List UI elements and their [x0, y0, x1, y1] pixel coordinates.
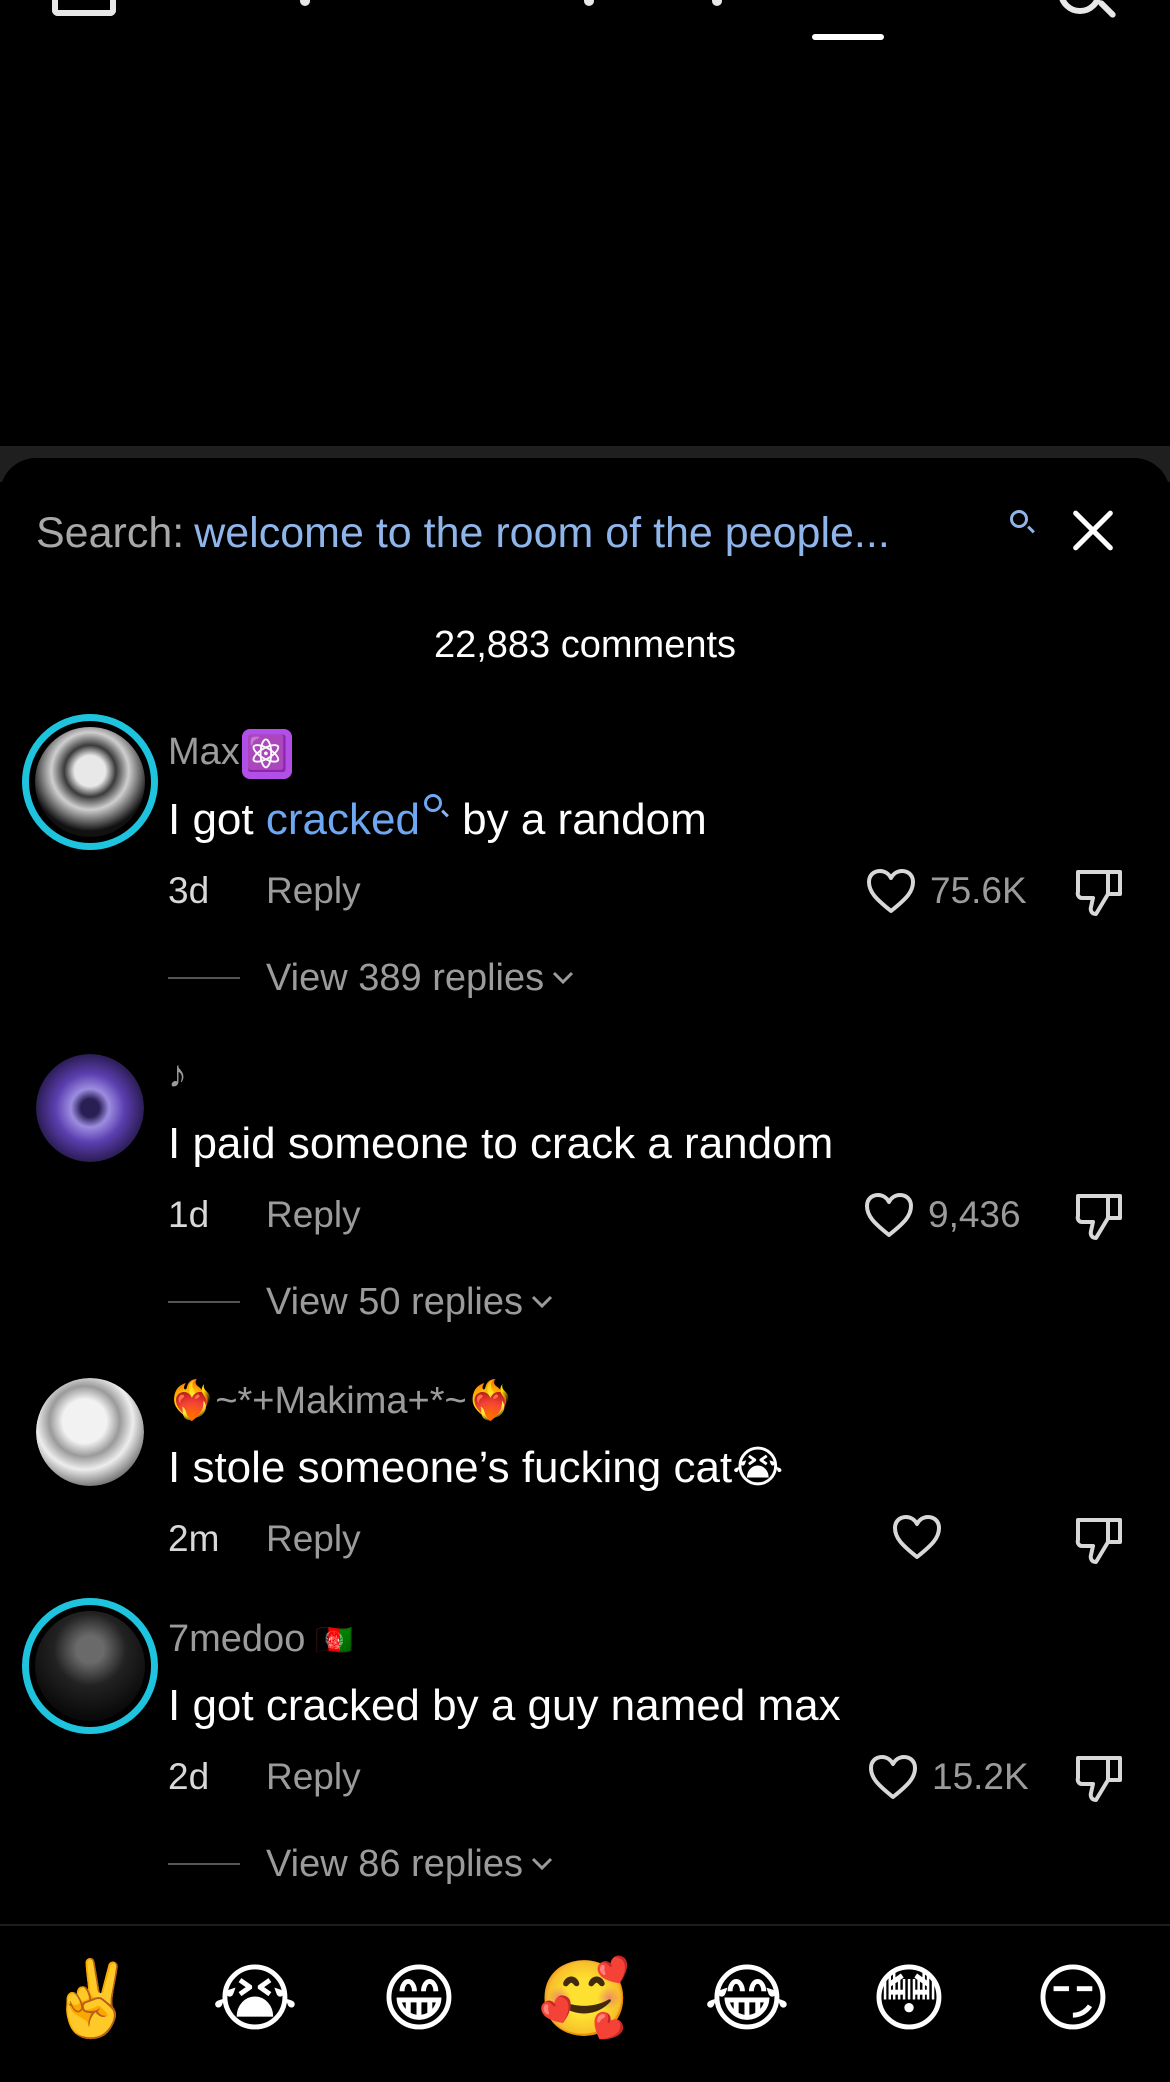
search-icon[interactable]: [1058, 0, 1102, 14]
search-bar[interactable]: Search: welcome to the room of the people…: [36, 498, 1136, 568]
reply-button[interactable]: Reply: [266, 1194, 361, 1235]
comment-meta: 2d Reply: [168, 1752, 361, 1802]
nav-tab-stub[interactable]: [712, 0, 722, 6]
badge-icon: ⚛️: [241, 728, 293, 779]
search-icon[interactable]: [1010, 510, 1028, 528]
dislike-icon[interactable]: [1072, 864, 1126, 918]
like-button[interactable]: 9,436: [864, 1190, 1021, 1240]
like-button[interactable]: [892, 1514, 956, 1560]
emoji-grin[interactable]: 😁: [374, 1954, 464, 2044]
comment-age: 2m: [168, 1518, 220, 1559]
comment-username[interactable]: ♪: [168, 1050, 187, 1100]
view-replies-button[interactable]: View 389 replies: [168, 952, 574, 1004]
avatar[interactable]: [22, 714, 158, 850]
emoji-bar: ✌️ 😭 😁 🥰 😂 😳 😏: [0, 1924, 1170, 2082]
emoji-flushed[interactable]: 😳: [864, 1954, 954, 2044]
comment-text: I got cracked by a random: [168, 794, 707, 844]
comment-age: 2d: [168, 1756, 210, 1797]
comments-sheet: [0, 458, 1170, 2080]
heart-icon: [867, 869, 915, 913]
search-icon-handle: [1097, 0, 1117, 19]
dislike-icon[interactable]: [1072, 1512, 1126, 1566]
comment-username[interactable]: 7medoo 🇦🇫: [168, 1614, 353, 1666]
search-label: Search:: [36, 509, 185, 557]
comment-age: 1d: [168, 1194, 210, 1235]
view-replies-button[interactable]: View 50 replies: [168, 1276, 553, 1328]
reply-button[interactable]: Reply: [266, 1756, 361, 1797]
emoji-smirk[interactable]: 😏: [1028, 1954, 1118, 2044]
chevron-down-icon: [531, 1295, 553, 1309]
avatar[interactable]: [36, 1054, 144, 1162]
nav-tab-stub[interactable]: [300, 0, 310, 6]
avatar[interactable]: [22, 1598, 158, 1734]
flag-icon: 🇦🇫: [315, 1623, 354, 1657]
chevron-down-icon: [531, 1857, 553, 1871]
like-count: 75.6K: [930, 870, 1027, 911]
emoji-hearts-face[interactable]: 🥰: [538, 1954, 630, 2044]
search-icon: [423, 794, 442, 812]
nav-tab-stub[interactable]: [584, 0, 594, 6]
reply-button[interactable]: Reply: [266, 870, 361, 911]
like-count: 15.2K: [932, 1756, 1029, 1797]
emoji-victory[interactable]: ✌️: [46, 1954, 138, 2044]
live-icon[interactable]: [52, 0, 116, 16]
search-keyword-link[interactable]: cracked: [266, 795, 420, 844]
heart-icon: [893, 1515, 941, 1559]
comment-text: I paid someone to crack a random: [168, 1119, 834, 1168]
heart-icon: [869, 1755, 917, 1799]
heart-icon: [865, 1193, 913, 1237]
divider: [168, 977, 240, 979]
divider: [168, 1863, 240, 1865]
comment-username[interactable]: ❤️‍🔥~*+Makima+*~❤️‍🔥: [168, 1376, 514, 1426]
dislike-icon[interactable]: [1072, 1750, 1126, 1804]
like-button[interactable]: 75.6K: [866, 866, 1027, 916]
close-icon[interactable]: [1068, 506, 1118, 556]
comment-text: I stole someone’s fucking cat😭: [168, 1443, 784, 1492]
emoji-laughing[interactable]: 😂: [702, 1954, 792, 2044]
like-button[interactable]: 15.2K: [868, 1752, 1029, 1802]
comment-meta: 1d Reply: [168, 1190, 361, 1240]
comment-meta: 3d Reply: [168, 866, 361, 916]
divider: [168, 1301, 240, 1303]
comment-text: I got cracked by a guy named max: [168, 1681, 841, 1730]
search-query[interactable]: welcome to the room of the people...: [194, 509, 890, 557]
chevron-down-icon: [553, 971, 574, 985]
view-replies-button[interactable]: View 86 replies: [168, 1838, 553, 1890]
dislike-icon[interactable]: [1072, 1188, 1126, 1242]
comment-age: 3d: [168, 870, 210, 911]
top-nav: [0, 0, 1170, 60]
comment-meta: 2m Reply: [168, 1514, 361, 1564]
like-count: 9,436: [928, 1194, 1021, 1235]
avatar[interactable]: [36, 1378, 144, 1486]
active-tab-indicator: [812, 34, 884, 40]
comments-count: 22,883 comments: [433, 624, 737, 666]
comment-username[interactable]: Max ⚛️: [168, 727, 293, 779]
reply-button[interactable]: Reply: [266, 1518, 361, 1559]
emoji-crying[interactable]: 😭: [210, 1954, 300, 2044]
